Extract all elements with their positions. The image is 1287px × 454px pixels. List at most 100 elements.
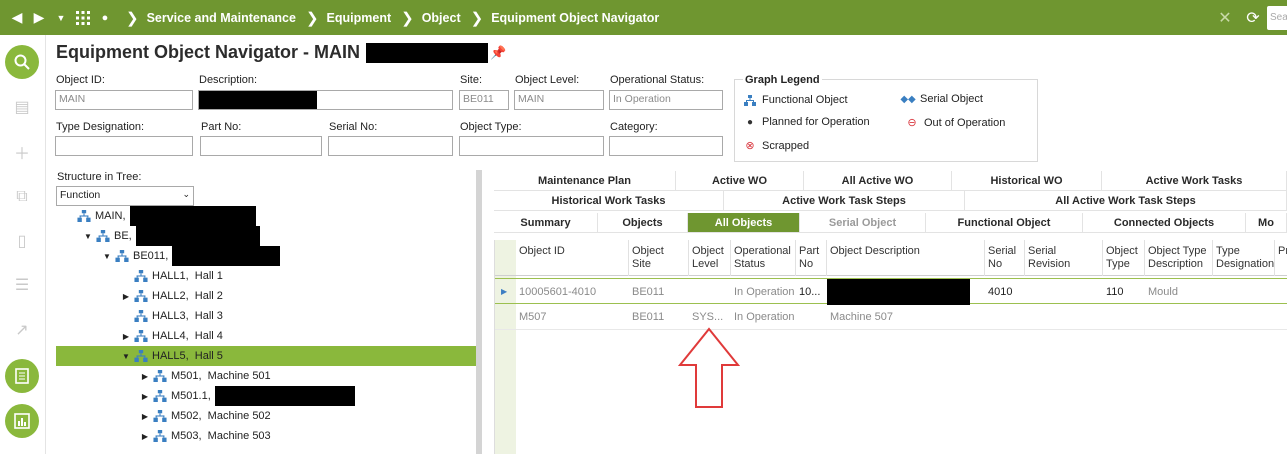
cell-part-no[interactable] (796, 304, 827, 330)
caret-right-icon[interactable]: ▶ (140, 412, 150, 421)
col-part-no[interactable]: Part No (796, 240, 827, 276)
tab-serial-object[interactable]: Serial Object (800, 213, 926, 233)
table-row[interactable]: M507 BE011 SYS... In Operation Machine 5… (495, 304, 1287, 330)
pin-icon[interactable]: 📌 (490, 45, 506, 61)
col-more[interactable]: Pr (1275, 240, 1287, 276)
description-field[interactable] (198, 90, 453, 110)
part-no-field[interactable] (200, 136, 322, 156)
search-icon[interactable] (5, 45, 39, 79)
tree-node[interactable]: ▼ BE, (56, 226, 476, 246)
tree-node[interactable]: ▶ HALL2, Hall 2 (56, 286, 476, 306)
refresh-icon[interactable]: ⟳ (1239, 0, 1267, 35)
site-field[interactable]: BE011 (459, 90, 509, 110)
tab-maintenance-plan[interactable]: Maintenance Plan (494, 171, 676, 191)
breadcrumb-equipment[interactable]: Equipment (327, 11, 392, 25)
cell-serial-no[interactable]: 4010 (985, 279, 1025, 305)
tree-node[interactable]: ▼ BE011, (56, 246, 476, 266)
add-icon[interactable]: ＋ (12, 142, 32, 163)
tab-objects[interactable]: Objects (598, 213, 688, 233)
caret-right-icon[interactable]: ▶ (140, 432, 150, 441)
tree-node[interactable]: ▶ M501.1, (56, 386, 476, 406)
panel-splitter[interactable] (476, 170, 482, 454)
col-serial-no[interactable]: Serial No (985, 240, 1025, 276)
tab-all-active-work-task-steps[interactable]: All Active Work Task Steps (965, 191, 1287, 211)
apps-grid-icon[interactable] (72, 0, 94, 35)
tab-active-work-task-steps[interactable]: Active Work Task Steps (724, 191, 965, 211)
object-type-field[interactable] (459, 136, 604, 156)
cell-operational-status[interactable]: In Operation (731, 304, 796, 330)
caret-down-icon[interactable]: ▼ (121, 352, 131, 361)
object-id-field[interactable]: MAIN (55, 90, 193, 110)
col-operational-status[interactable]: Operational Status (731, 240, 796, 276)
tab-active-wo[interactable]: Active WO (676, 171, 804, 191)
tab-all-active-wo[interactable]: All Active WO (804, 171, 952, 191)
col-object-description[interactable]: Object Description (827, 240, 985, 276)
cell-object-type-description[interactable] (1145, 304, 1213, 330)
list-icon[interactable]: ☰ (12, 275, 32, 295)
tab-summary[interactable]: Summary (494, 213, 598, 233)
tree-node[interactable]: MAIN, (56, 206, 476, 226)
document-list-icon[interactable] (5, 359, 39, 393)
tree-node[interactable]: ▶ M503, Machine 503 (56, 426, 476, 446)
cell-serial-revision[interactable] (1025, 279, 1103, 305)
category-field[interactable] (609, 136, 723, 156)
tab-historical-wo[interactable]: Historical WO (952, 171, 1102, 191)
cell-object-level[interactable] (689, 279, 731, 305)
serial-no-field[interactable] (328, 136, 453, 156)
cell-object-type-description[interactable]: Mould (1145, 279, 1213, 305)
tab-more[interactable]: Mo (1246, 213, 1287, 233)
caret-down-icon[interactable]: ▼ (83, 232, 93, 241)
chart-icon[interactable] (5, 404, 39, 438)
tree-node[interactable]: ▼ HALL5, Hall 5 (56, 346, 476, 366)
tree-node[interactable]: ▶ M502, Machine 502 (56, 406, 476, 426)
tab-active-work-tasks[interactable]: Active Work Tasks (1102, 171, 1287, 191)
breadcrumb-object[interactable]: Object (422, 11, 461, 25)
tree-node[interactable]: HALL1, Hall 1 (56, 266, 476, 286)
cell-object-id[interactable]: 10005601-4010 (516, 279, 629, 305)
col-object-type[interactable]: Object Type (1103, 240, 1145, 276)
col-object-level[interactable]: Object Level (689, 240, 731, 276)
tab-functional-object[interactable]: Functional Object (926, 213, 1083, 233)
tab-connected-objects[interactable]: Connected Objects (1083, 213, 1246, 233)
caret-right-icon[interactable]: ▶ (140, 372, 150, 381)
global-search-input[interactable]: Sea (1267, 5, 1287, 30)
delete-icon[interactable]: ▯ (12, 231, 32, 251)
breadcrumb-service-maintenance[interactable]: Service and Maintenance (147, 11, 296, 25)
cell-object-description[interactable]: Machine 507 (827, 304, 985, 330)
forward-icon[interactable]: ▶ (28, 0, 50, 35)
type-designation-field[interactable] (55, 136, 193, 156)
caret-down-icon[interactable]: ▼ (102, 252, 112, 261)
caret-right-icon[interactable]: ▶ (121, 292, 131, 301)
open-icon[interactable]: ↗ (12, 320, 32, 340)
cell-type-designation[interactable] (1213, 304, 1275, 330)
col-serial-revision[interactable]: Serial Revision (1025, 240, 1103, 276)
cell-serial-no[interactable] (985, 304, 1025, 330)
close-icon[interactable]: ✕ (1211, 0, 1239, 35)
operational-status-field[interactable]: In Operation (609, 90, 723, 110)
cell-object-description[interactable] (827, 279, 985, 305)
cell-operational-status[interactable]: In Operation (731, 279, 796, 305)
cell-object-type[interactable] (1103, 304, 1145, 330)
cell-type-designation[interactable] (1213, 279, 1275, 305)
cell-object-site[interactable]: BE011 (629, 279, 689, 305)
col-type-designation[interactable]: Type Designation (1213, 240, 1275, 276)
tab-all-objects[interactable]: All Objects (688, 213, 800, 233)
dropdown-icon[interactable]: ▼ (50, 0, 72, 35)
tree-node[interactable]: ▶ M501, Machine 501 (56, 366, 476, 386)
col-object-id[interactable]: Object ID (516, 240, 629, 276)
form-icon[interactable]: ▤ (12, 97, 32, 117)
home-dot-icon[interactable]: ● (94, 0, 116, 35)
duplicate-icon[interactable]: ⧉ (12, 187, 32, 207)
tree-node[interactable]: HALL3, Hall 3 (56, 306, 476, 326)
structure-select[interactable]: Function ⌄ (56, 186, 194, 206)
col-object-type-description[interactable]: Object Type Description (1145, 240, 1213, 276)
tab-historical-work-tasks[interactable]: Historical Work Tasks (494, 191, 724, 211)
tree-node[interactable]: ▶ HALL4, Hall 4 (56, 326, 476, 346)
table-row[interactable]: ▶ 10005601-4010 BE011 In Operation 10...… (495, 278, 1287, 305)
object-level-field[interactable]: MAIN (514, 90, 604, 110)
cell-serial-revision[interactable] (1025, 304, 1103, 330)
cell-object-type[interactable]: 110 (1103, 279, 1145, 305)
col-object-site[interactable]: Object Site (629, 240, 689, 276)
back-icon[interactable]: ◀ (6, 0, 28, 35)
caret-right-icon[interactable]: ▶ (140, 392, 150, 401)
